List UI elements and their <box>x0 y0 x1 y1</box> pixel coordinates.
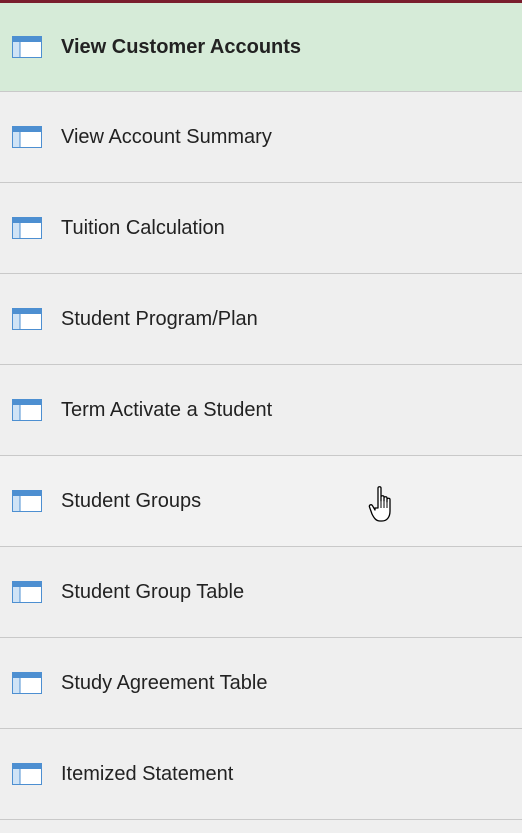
hand-pointer-icon <box>368 485 398 525</box>
menu-item-label: Study Agreement Table <box>61 671 268 694</box>
table-icon <box>12 672 42 694</box>
table-icon <box>12 581 42 603</box>
table-icon <box>12 399 42 421</box>
menu-item-label: Student Program/Plan <box>61 307 258 330</box>
table-icon <box>12 126 42 148</box>
menu-item-label: Term Activate a Student <box>61 398 273 421</box>
table-icon <box>12 308 42 330</box>
menu-item-label: Student Group Table <box>61 580 245 603</box>
table-icon <box>12 490 42 512</box>
menu-item-view-customer-accounts[interactable]: View Customer Accounts <box>0 3 522 92</box>
navigation-menu: View Customer Accounts View Account Summ… <box>0 0 522 833</box>
menu-item-student-program-plan[interactable]: Student Program/Plan <box>0 274 522 365</box>
table-icon <box>12 763 42 785</box>
menu-item-student-group-table[interactable]: Student Group Table <box>0 547 522 638</box>
menu-item-itemized-statement[interactable]: Itemized Statement <box>0 729 522 820</box>
menu-item-label: View Customer Accounts <box>61 35 302 58</box>
menu-item-study-agreement-table[interactable]: Study Agreement Table <box>0 638 522 729</box>
menu-item-label: Tuition Calculation <box>61 216 225 239</box>
menu-item-student-groups[interactable]: Student Groups <box>0 456 522 547</box>
menu-item-label: Student Groups <box>61 489 202 512</box>
menu-item-tuition-calculation[interactable]: Tuition Calculation <box>0 183 522 274</box>
menu-item-label: View Account Summary <box>61 125 272 148</box>
menu-item-term-activate-a-student[interactable]: Term Activate a Student <box>0 365 522 456</box>
table-icon <box>12 36 42 58</box>
table-icon <box>12 217 42 239</box>
menu-item-view-account-summary[interactable]: View Account Summary <box>0 92 522 183</box>
menu-item-label: Itemized Statement <box>61 762 234 785</box>
